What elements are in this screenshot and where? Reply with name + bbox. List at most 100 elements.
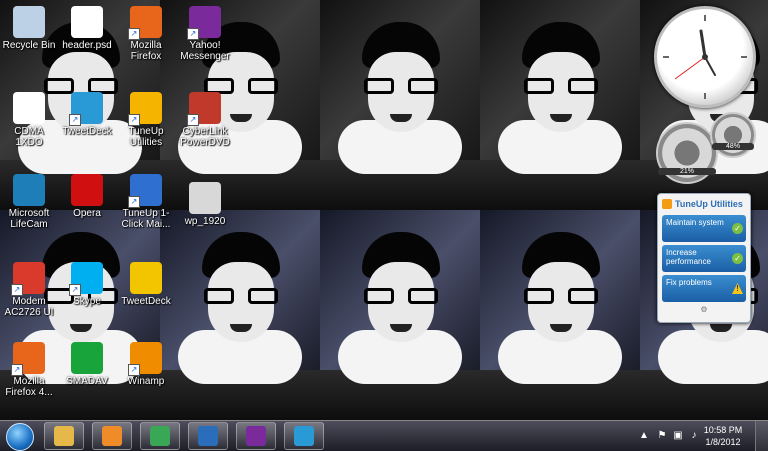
desktop-icon-recycle-bin[interactable]: Recycle Bin <box>0 6 58 51</box>
check-icon: ✓ <box>732 223 743 234</box>
smadav-icon <box>71 342 103 374</box>
photoshop-icon <box>198 426 218 446</box>
tuneup-gadget: TuneUp Utilities Maintain system ✓ Incre… <box>657 193 751 323</box>
tuneup-gadget-header: TuneUp Utilities <box>658 194 750 212</box>
fix-problems-button[interactable]: Fix problems ! <box>662 275 746 302</box>
taskbar-button-yahoo-messenger[interactable] <box>236 422 276 450</box>
desktop-icon-lifecam[interactable]: Microsoft LifeCam <box>0 174 58 230</box>
wallpaper-tile <box>320 210 480 420</box>
firefox-icon: ↗ <box>128 6 162 40</box>
desktop-icon-opera[interactable]: Opera <box>58 174 116 219</box>
desktop-icon-wp1920[interactable]: wp_1920 <box>176 182 234 227</box>
start-button[interactable] <box>2 421 38 451</box>
desktop-icon-label: CDMA 1XDO <box>14 126 44 148</box>
clock-face <box>663 15 747 99</box>
taskbar-button-photoshop[interactable] <box>188 422 228 450</box>
document-icon <box>71 6 103 38</box>
tuneup-icon: ↗ <box>128 92 162 126</box>
minute-hand <box>704 56 716 76</box>
desktop-icon-label: SMADAV <box>66 376 108 387</box>
desktop-icon-label: CyberLink PowerDVD <box>180 126 230 148</box>
notification-area: ▲ ⚑ ▣ ♪ 10:58 PM 1/8/2012 <box>608 421 768 451</box>
taskbar: ▲ ⚑ ▣ ♪ 10:58 PM 1/8/2012 <box>0 420 768 451</box>
desktop-icon-header-psd[interactable]: header.psd <box>58 6 116 51</box>
desktop-icon-label: TweetDeck <box>62 126 112 137</box>
recycle-bin-icon <box>13 6 45 38</box>
powerdvd-icon: ↗ <box>187 92 221 126</box>
wallpaper-tile <box>480 210 640 420</box>
second-hand <box>674 56 706 80</box>
clock-time: 10:58 PM <box>703 425 743 435</box>
desktop-icon-label: TuneUp Utilities <box>128 126 164 148</box>
desktop-icon-label: header.psd <box>62 40 112 51</box>
opera-icon <box>71 174 103 206</box>
show-hidden-icons-arrow-icon[interactable]: ▲ <box>638 430 650 442</box>
warning-icon: ! <box>732 283 743 294</box>
taskbar-button-chrome[interactable] <box>140 422 180 450</box>
button-label: Fix problems <box>666 278 712 287</box>
action-center-flag-icon[interactable]: ⚑ <box>656 430 668 442</box>
desktop-icon-label: Winamp <box>127 376 165 387</box>
firefox-icon: ↗ <box>11 342 45 376</box>
chrome-icon <box>150 426 170 446</box>
show-desktop-button[interactable] <box>755 421 768 451</box>
desktop-icon-label: Mozilla Firefox 4... <box>5 376 53 398</box>
desktop-icon-cdma[interactable]: CDMA 1XDO <box>0 92 58 148</box>
check-icon: ✓ <box>732 253 743 264</box>
clock-gadget[interactable] <box>654 6 756 108</box>
desktop-icon-tuneup-1click[interactable]: ↗ TuneUp 1-Click Mai... <box>117 174 175 230</box>
yahoo-messenger-icon: ↗ <box>187 6 221 40</box>
tweetdeck-icon: ↗ <box>69 92 103 126</box>
image-file-icon <box>189 182 221 214</box>
desktop-icon-modem[interactable]: ↗ Modem AC2726 UI <box>0 262 58 318</box>
desktop-icon-label: TweetDeck <box>121 296 171 307</box>
wallpaper-tile <box>480 0 640 210</box>
desktop-icon-label: wp_1920 <box>184 216 226 227</box>
tuneup-logo-icon <box>662 199 672 209</box>
desktop-icon-firefox[interactable]: ↗ Mozilla Firefox <box>117 6 175 62</box>
cpu-value: 21% <box>658 168 716 175</box>
desktop-icon-label: Modem AC2726 UI <box>4 296 54 318</box>
folder-icon <box>54 426 74 446</box>
desktop-icon-powerdvd[interactable]: ↗ CyberLink PowerDVD <box>176 92 234 148</box>
desktop-icon-label: Opera <box>73 208 101 219</box>
twitter-bird-icon <box>294 426 314 446</box>
desktop-icon-label: Mozilla Firefox <box>130 40 162 62</box>
taskbar-button-tweetdeck[interactable] <box>284 422 324 450</box>
desktop-icon-yahoo-messenger[interactable]: ↗ Yahoo! Messenger <box>176 6 234 62</box>
cdma-icon <box>13 92 45 124</box>
desktop-icon-tweetdeck[interactable]: ↗ TweetDeck <box>58 92 116 137</box>
desktop-icon-winamp[interactable]: ↗ Winamp <box>117 342 175 387</box>
taskbar-button-media-player[interactable] <box>92 422 132 450</box>
cpu-meter-gadget[interactable]: 21% 48% <box>656 112 756 184</box>
winamp-icon: ↗ <box>128 342 162 376</box>
desktop-icon-skype[interactable]: ↗ Skype <box>58 262 116 307</box>
taskbar-button-explorer[interactable] <box>44 422 84 450</box>
tuneup-1click-icon: ↗ <box>128 174 162 208</box>
yahoo-messenger-icon <box>246 426 266 446</box>
hour-hand <box>699 29 707 59</box>
media-player-icon <box>102 426 122 446</box>
tweetdeck-bird-icon <box>130 262 162 294</box>
desktop-icon-label: Recycle Bin <box>2 40 56 51</box>
windows-logo-icon <box>6 423 34 451</box>
cpu-gauge: 21% <box>656 122 718 184</box>
desktop-icon-tweetdeck-2[interactable]: TweetDeck <box>117 262 175 307</box>
desktop-icon-tuneup[interactable]: ↗ TuneUp Utilities <box>117 92 175 148</box>
taskbar-clock[interactable]: 10:58 PM 1/8/2012 <box>700 424 746 448</box>
tuneup-gadget-title: TuneUp Utilities <box>675 199 743 209</box>
maintain-system-button[interactable]: Maintain system ✓ <box>662 215 746 242</box>
desktop-icon-label: Microsoft LifeCam <box>8 208 50 230</box>
clock-date: 1/8/2012 <box>705 437 741 447</box>
gadget-settings-icon[interactable]: ⚙ <box>658 305 750 314</box>
volume-icon[interactable]: ♪ <box>688 430 700 442</box>
desktop-icon-firefox-4[interactable]: ↗ Mozilla Firefox 4... <box>0 342 58 398</box>
wallpaper-tile <box>160 210 320 420</box>
increase-performance-button[interactable]: Increase performance ✓ <box>662 245 746 272</box>
memory-value: 48% <box>712 143 754 150</box>
desktop-icon-smadav[interactable]: SMADAV <box>58 342 116 387</box>
network-icon[interactable]: ▣ <box>672 430 684 442</box>
wallpaper-tile <box>320 0 480 210</box>
memory-gauge: 48% <box>710 112 756 158</box>
skype-icon: ↗ <box>69 262 103 296</box>
